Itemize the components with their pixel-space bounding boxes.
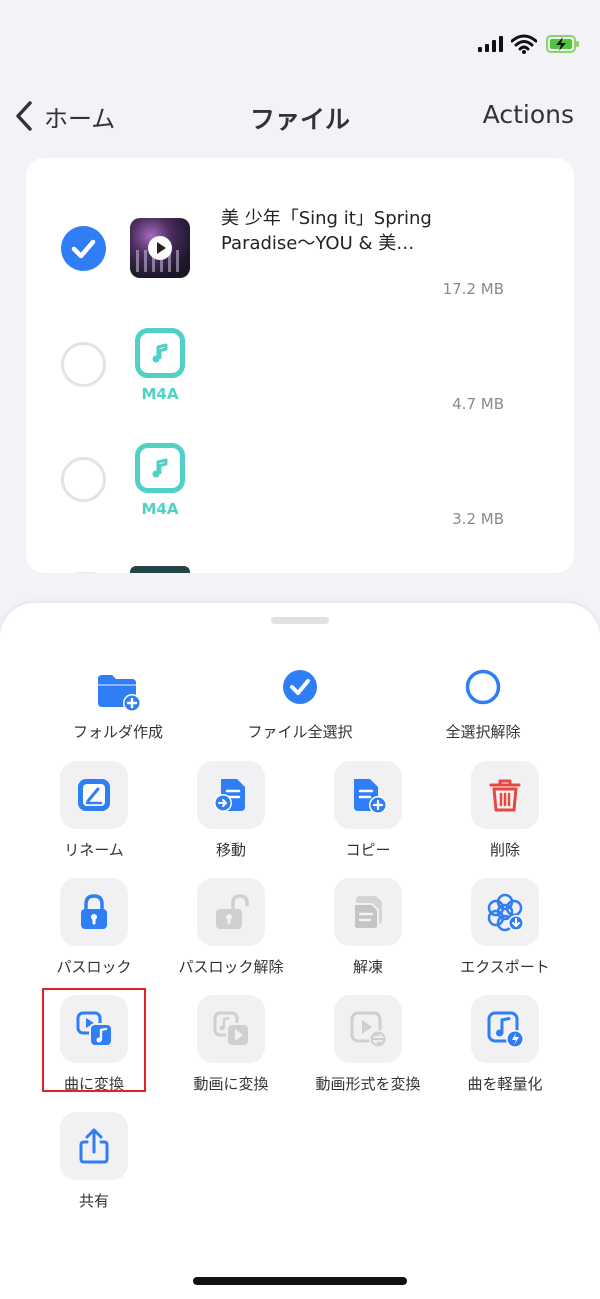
checkbox-unchecked[interactable] bbox=[61, 342, 106, 387]
play-icon bbox=[148, 236, 172, 260]
convert-to-video-button[interactable]: 動画に変換 bbox=[171, 995, 291, 1105]
deselect-all-label: 全選択解除 bbox=[445, 723, 521, 741]
copy-icon bbox=[354, 779, 387, 814]
passlock-release-label: パスロック解除 bbox=[178, 958, 284, 976]
compress-song-button[interactable]: 曲を軽量化 bbox=[445, 995, 565, 1105]
video-thumbnail bbox=[130, 218, 190, 278]
delete-label: 削除 bbox=[489, 841, 520, 859]
passlock-label: パスロック bbox=[56, 958, 132, 976]
music-note-icon bbox=[152, 458, 168, 478]
deselect-all-button[interactable]: 全選択解除 bbox=[403, 667, 563, 747]
folder-add-icon bbox=[98, 675, 141, 712]
file-size: 17.2 MB bbox=[442, 280, 504, 298]
rename-label: リネーム bbox=[64, 841, 124, 859]
passlock-release-button[interactable]: パスロック解除 bbox=[171, 878, 291, 988]
navigation-bar: ホーム ファイル Actions bbox=[0, 90, 600, 142]
checkbox-unchecked[interactable] bbox=[61, 457, 106, 502]
video-format-label: 動画形式を変換 bbox=[315, 1075, 421, 1093]
move-button[interactable]: 移動 bbox=[171, 761, 291, 871]
music-note-icon bbox=[152, 343, 168, 363]
file-name: 美 少年「Sing it」Spring Paradise〜YOU & 美… bbox=[221, 208, 432, 254]
unzip-label: 解凍 bbox=[352, 958, 383, 976]
unzip-button[interactable]: 解凍 bbox=[308, 878, 428, 988]
lock-icon bbox=[81, 894, 107, 929]
export-label: エクスポート bbox=[460, 958, 550, 976]
checkbox-checked[interactable] bbox=[61, 226, 106, 271]
compress-song-icon bbox=[487, 1011, 524, 1048]
file-size: 3.2 MB bbox=[452, 510, 504, 528]
file-type-label: M4A bbox=[141, 385, 179, 403]
file-type-label: M4A bbox=[141, 500, 179, 518]
action-sheet: フォルダ作成 ファイル全選択 全選択解除 リネーム 移動 コピー 削除 パスロッ… bbox=[0, 603, 600, 1299]
select-all-button[interactable]: ファイル全選択 bbox=[220, 667, 380, 747]
export-button[interactable]: エクスポート bbox=[445, 878, 565, 988]
file-size: 4.7 MB bbox=[452, 395, 504, 413]
trash-icon bbox=[489, 779, 521, 812]
share-icon bbox=[79, 1128, 109, 1164]
passlock-button[interactable]: パスロック bbox=[34, 878, 154, 988]
convert-to-video-icon bbox=[213, 1011, 250, 1047]
video-format-icon bbox=[350, 1011, 387, 1048]
convert-to-song-icon bbox=[76, 1011, 113, 1047]
rename-icon bbox=[78, 779, 110, 811]
home-indicator[interactable] bbox=[193, 1277, 407, 1285]
create-folder-label: フォルダ作成 bbox=[72, 723, 163, 741]
empty-circle-icon bbox=[465, 669, 501, 705]
move-label: 移動 bbox=[215, 841, 246, 859]
create-folder-button[interactable]: フォルダ作成 bbox=[38, 667, 198, 747]
select-all-label: ファイル全選択 bbox=[247, 723, 353, 741]
compress-song-label: 曲を軽量化 bbox=[467, 1075, 543, 1093]
audio-file-icon bbox=[135, 443, 185, 493]
delete-button[interactable]: 削除 bbox=[445, 761, 565, 871]
convert-to-video-label: 動画に変換 bbox=[193, 1075, 269, 1093]
export-icon bbox=[487, 893, 524, 932]
file-list: 美 少年「Sing it」Spring Paradise〜YOU & 美… 17… bbox=[26, 158, 574, 573]
unzip-icon bbox=[353, 896, 382, 930]
sheet-grabber[interactable] bbox=[271, 617, 329, 624]
wifi-icon bbox=[511, 34, 537, 54]
share-label: 共有 bbox=[78, 1192, 109, 1210]
status-bar bbox=[0, 0, 600, 80]
video-thumbnail bbox=[130, 566, 190, 573]
convert-to-song-button[interactable]: 曲に変換 bbox=[34, 995, 154, 1105]
unlock-icon bbox=[216, 894, 249, 929]
checkbox-partial bbox=[66, 572, 106, 573]
convert-to-song-label: 曲に変換 bbox=[63, 1075, 124, 1093]
move-icon bbox=[214, 779, 245, 812]
checkmark-icon bbox=[71, 239, 96, 259]
battery-charging-icon bbox=[546, 35, 579, 53]
copy-button[interactable]: コピー bbox=[308, 761, 428, 871]
share-button[interactable]: 共有 bbox=[34, 1112, 154, 1222]
actions-button[interactable]: Actions bbox=[483, 100, 574, 129]
audio-file-icon bbox=[135, 328, 185, 378]
video-format-button[interactable]: 動画形式を変換 bbox=[308, 995, 428, 1105]
signal-icon bbox=[478, 36, 503, 52]
check-circle-icon bbox=[283, 670, 317, 704]
copy-label: コピー bbox=[345, 841, 391, 859]
rename-button[interactable]: リネーム bbox=[34, 761, 154, 871]
